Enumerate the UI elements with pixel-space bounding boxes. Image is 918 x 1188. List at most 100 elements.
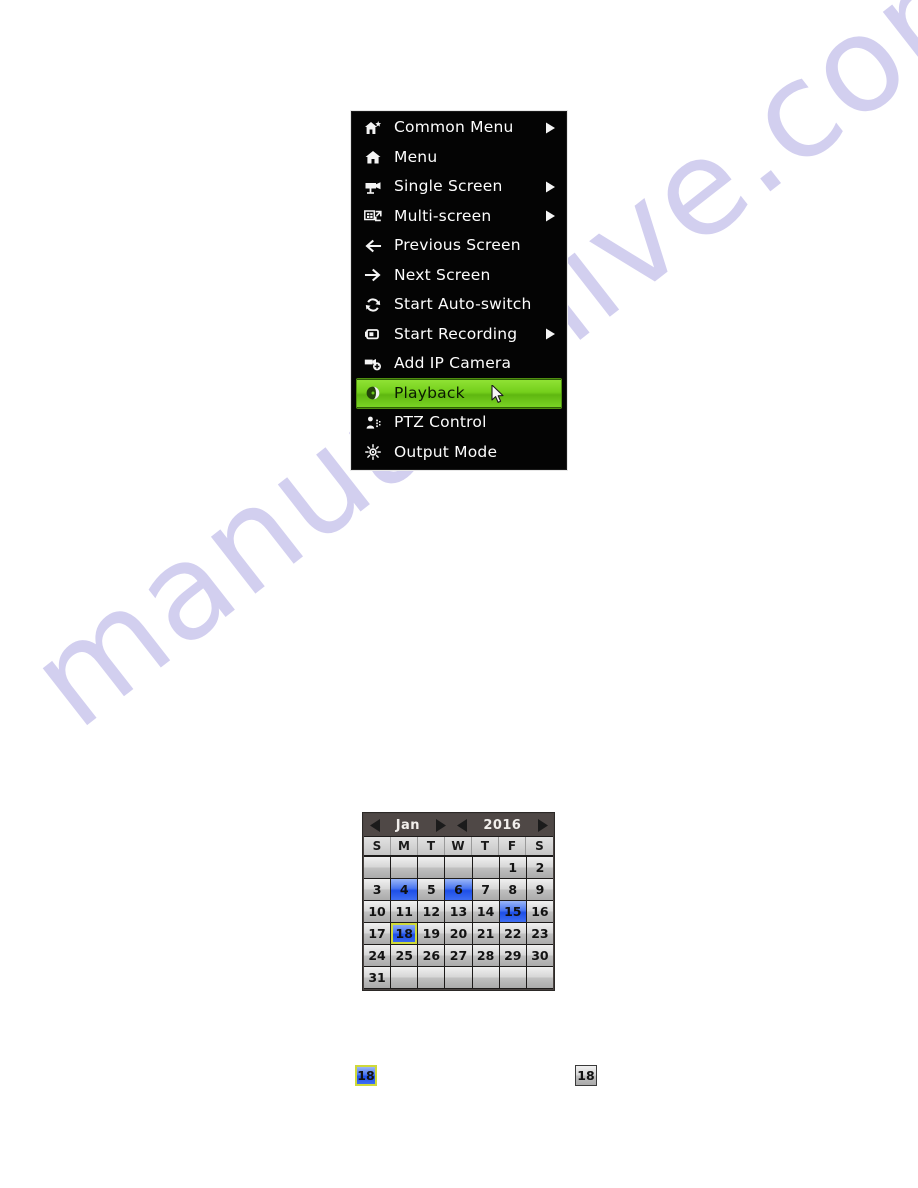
weekday-header-0: S xyxy=(364,837,391,855)
playback-disc-icon xyxy=(361,383,385,403)
menu-item-start-auto-switch[interactable]: Start Auto-switch xyxy=(351,290,567,320)
menu-item-multi-screen[interactable]: Multi-screen xyxy=(351,202,567,232)
calendar-day-12[interactable]: 12 xyxy=(418,901,445,922)
menu-item-label: Multi-screen xyxy=(394,206,492,225)
legend-normal-day-cell: 18 xyxy=(575,1065,597,1086)
menu-item-label: Previous Screen xyxy=(394,236,521,254)
calendar-day-empty xyxy=(499,967,526,988)
home-star-icon xyxy=(361,118,385,138)
submenu-arrow-icon xyxy=(543,210,557,222)
calendar-day-empty xyxy=(364,857,391,878)
calendar-day-21[interactable]: 21 xyxy=(472,923,499,944)
weekday-header-6: S xyxy=(526,837,553,855)
calendar-day-20[interactable]: 20 xyxy=(445,923,472,944)
calendar-day-1[interactable]: 1 xyxy=(499,857,526,878)
calendar-day-14[interactable]: 14 xyxy=(472,901,499,922)
weekday-header-4: T xyxy=(472,837,499,855)
chevron-right-icon xyxy=(545,181,555,193)
menu-item-next-screen[interactable]: Next Screen xyxy=(351,261,567,291)
home-icon xyxy=(361,147,385,167)
menu-item-start-recording[interactable]: Start Recording xyxy=(351,320,567,350)
calendar-widget: Jan 2016 SMTWTFS 1 2 3 4 5 6 7 8 9 10 11 12 13 14 15 16… xyxy=(362,812,555,991)
menu-item-label: PTZ Control xyxy=(394,413,487,431)
legend-selected-day-cell: 18 xyxy=(355,1065,377,1086)
calendar-day-25[interactable]: 25 xyxy=(391,945,418,966)
arrow-right-icon xyxy=(361,265,385,285)
calendar-day-empty xyxy=(391,967,418,988)
calendar-day-4[interactable]: 4 xyxy=(391,879,418,900)
ptz-icon xyxy=(361,413,385,433)
weekday-header-1: M xyxy=(391,837,418,855)
calendar-day-6[interactable]: 6 xyxy=(445,879,472,900)
mouse-cursor xyxy=(491,383,507,405)
brightness-icon xyxy=(361,442,385,462)
calendar-day-9[interactable]: 9 xyxy=(526,879,553,900)
arrow-left-icon xyxy=(361,236,385,256)
calendar-day-17[interactable]: 17 xyxy=(364,923,391,944)
calendar-day-29[interactable]: 29 xyxy=(499,945,526,966)
refresh-icon xyxy=(361,295,385,315)
calendar-year-label[interactable]: 2016 xyxy=(474,814,531,836)
menu-item-single-screen[interactable]: Single Screen xyxy=(351,172,567,202)
calendar-day-31[interactable]: 31 xyxy=(364,967,391,988)
chevron-right-icon xyxy=(545,122,555,134)
menu-item-label: Start Auto-switch xyxy=(394,295,532,313)
triangle-left-icon xyxy=(369,818,380,832)
context-menu: Common Menu Menu Single Screen Multi-screen… xyxy=(350,110,568,471)
calendar-day-28[interactable]: 28 xyxy=(472,945,499,966)
calendar-day-8[interactable]: 8 xyxy=(499,879,526,900)
menu-item-label: Common Menu xyxy=(394,118,514,136)
calendar-day-13[interactable]: 13 xyxy=(445,901,472,922)
menu-item-label: Menu xyxy=(394,147,438,166)
calendar-day-7[interactable]: 7 xyxy=(472,879,499,900)
calendar-day-3[interactable]: 3 xyxy=(364,879,391,900)
calendar-day-27[interactable]: 27 xyxy=(445,945,472,966)
prev-month-button[interactable] xyxy=(364,814,386,836)
menu-item-output-mode[interactable]: Output Mode xyxy=(351,438,567,468)
weekday-header-3: W xyxy=(445,837,472,855)
submenu-arrow-icon xyxy=(543,328,557,340)
calendar-day-22[interactable]: 22 xyxy=(499,923,526,944)
menu-item-ptz-control[interactable]: PTZ Control xyxy=(351,408,567,438)
calendar-day-30[interactable]: 30 xyxy=(526,945,553,966)
calendar-day-empty xyxy=(526,967,553,988)
menu-item-playback[interactable]: Playback xyxy=(357,378,561,408)
calendar-day-15[interactable]: 15 xyxy=(499,901,526,922)
calendar-day-26[interactable]: 26 xyxy=(418,945,445,966)
prev-year-button[interactable] xyxy=(452,814,474,836)
next-year-button[interactable] xyxy=(531,814,553,836)
chevron-right-icon xyxy=(545,328,555,340)
menu-item-menu[interactable]: Menu xyxy=(351,143,567,173)
weekday-header-5: F xyxy=(499,837,526,855)
calendar-day-23[interactable]: 23 xyxy=(526,923,553,944)
calendar-day-empty xyxy=(418,857,445,878)
calendar-day-11[interactable]: 11 xyxy=(391,901,418,922)
submenu-arrow-icon xyxy=(543,122,557,134)
calendar-day-empty xyxy=(391,857,418,878)
calendar-day-empty xyxy=(445,967,472,988)
calendar-day-2[interactable]: 2 xyxy=(526,857,553,878)
triangle-right-icon xyxy=(436,818,447,832)
calendar-header: Jan 2016 xyxy=(364,814,553,836)
menu-item-common-menu[interactable]: Common Menu xyxy=(351,113,567,143)
menu-item-add-ip-camera[interactable]: Add IP Camera xyxy=(351,349,567,379)
calendar-day-24[interactable]: 24 xyxy=(364,945,391,966)
menu-item-label: Add IP Camera xyxy=(394,354,512,372)
camera-plus-icon xyxy=(361,354,385,374)
next-month-button[interactable] xyxy=(430,814,452,836)
menu-item-label: Output Mode xyxy=(394,442,498,461)
calendar-day-18[interactable]: 18 xyxy=(391,923,418,944)
menu-item-label: Start Recording xyxy=(394,324,518,343)
calendar-month-label[interactable]: Jan xyxy=(386,814,430,836)
triangle-left-icon xyxy=(457,818,468,832)
menu-item-label: Single Screen xyxy=(394,177,503,195)
triangle-right-icon xyxy=(537,818,548,832)
calendar-day-empty xyxy=(472,857,499,878)
calendar-day-19[interactable]: 19 xyxy=(418,923,445,944)
calendar-day-10[interactable]: 10 xyxy=(364,901,391,922)
calendar-day-empty xyxy=(418,967,445,988)
calendar-day-16[interactable]: 16 xyxy=(526,901,553,922)
menu-item-previous-screen[interactable]: Previous Screen xyxy=(351,231,567,261)
mouse-cursor-icon xyxy=(491,383,504,403)
calendar-day-5[interactable]: 5 xyxy=(418,879,445,900)
